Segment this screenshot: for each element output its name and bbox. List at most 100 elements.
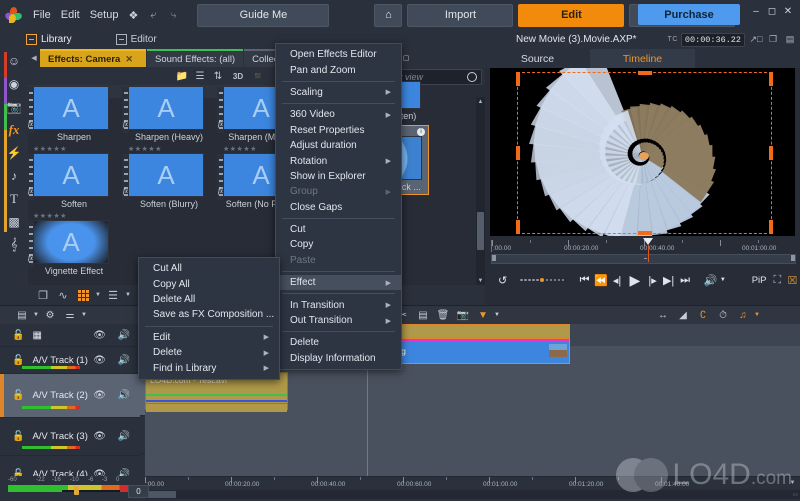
step-forward-icon[interactable]: |▸ — [645, 268, 661, 292]
ctx-delete[interactable]: Delete — [276, 335, 401, 350]
tab-scroll-left-icon[interactable]: ◀ — [28, 49, 40, 67]
ctx-360-video[interactable]: 360 Video ▶ — [276, 107, 401, 122]
help-icon[interactable]: ❖ — [125, 7, 141, 23]
ripple-icon[interactable]: ⏱ — [713, 306, 733, 324]
redo-icon[interactable]: ⤷ — [165, 7, 181, 23]
trim-end-handle[interactable] — [791, 255, 795, 261]
list-item[interactable]: ★★★★★ fx A Vignette Effect — [27, 212, 121, 276]
ctx-cut-all[interactable]: Cut All — [139, 261, 279, 276]
lock-icon[interactable]: 🔓 — [12, 431, 24, 442]
maximize-icon[interactable]: ◻ — [764, 3, 780, 19]
trim-start-handle[interactable] — [492, 255, 496, 261]
ctx-show-in-explorer[interactable]: Show in Explorer — [276, 169, 401, 184]
context-menu-fx[interactable]: Cut All Copy All Delete All Save as FX C… — [138, 257, 280, 380]
ctx-open-effects-editor[interactable]: Open Effects Editor — [276, 47, 401, 62]
list-item[interactable]: ★★★★★ fx A Soften — [27, 145, 121, 209]
ctx-delete-sub[interactable]: Delete ▶ — [139, 345, 279, 360]
zoom-level-icon[interactable]: ◢ — [673, 306, 693, 324]
library-scrollbar[interactable] — [476, 97, 485, 285]
mute-icon[interactable]: 🔊 — [118, 355, 130, 366]
visibility-icon[interactable]: 👁 — [93, 355, 106, 366]
ctx-close-gaps[interactable]: Close Gaps — [276, 200, 401, 215]
rail-item-music[interactable]: 𝄞 — [0, 233, 28, 256]
snap-dropdown-icon[interactable]: ▼ — [80, 306, 88, 324]
settings-icon[interactable]: ⚙ — [40, 306, 60, 324]
menu-setup[interactable]: Setup — [85, 0, 124, 30]
magnet-icon[interactable]: ∁ — [693, 306, 713, 324]
lock-icon[interactable]: 🔓 — [12, 330, 24, 341]
tab-timeline[interactable]: Timeline — [590, 49, 695, 68]
tab-library[interactable]: Library — [18, 30, 80, 49]
step-back-icon[interactable]: ◂| — [609, 268, 625, 292]
list-menu-dropdown-icon[interactable]: ▼ — [124, 286, 132, 304]
mode-edit-button[interactable]: Edit — [518, 3, 625, 27]
scroll-up-icon[interactable]: ▲ — [476, 97, 485, 106]
track-header-2[interactable]: 🔓 A/V Track (2) 👁 🔊 — [0, 374, 140, 418]
ctx-adjust-duration[interactable]: Adjust duration — [276, 138, 401, 153]
scrollbar-thumb[interactable] — [477, 212, 484, 250]
lock-icon[interactable]: 🔓 — [12, 390, 24, 401]
preview-playhead-handle[interactable] — [643, 238, 653, 245]
close-tab-icon[interactable]: ✕ — [125, 54, 133, 65]
voiceover-dropdown-icon[interactable]: ▼ — [753, 306, 761, 324]
master-volume-slider[interactable] — [62, 486, 120, 495]
mute-icon[interactable]: 🔊 — [118, 390, 130, 401]
visibility-icon[interactable]: 👁 — [93, 390, 106, 401]
close-icon[interactable]: ✕ — [780, 3, 796, 19]
marker-dropdown-icon[interactable]: ▼ — [493, 306, 501, 324]
selection-rectangle[interactable] — [516, 71, 773, 235]
master-volume-value[interactable]: 0 — [128, 485, 149, 498]
mute-icon[interactable]: 🔊 — [118, 330, 130, 341]
ctx-rotation[interactable]: Rotation ▶ — [276, 153, 401, 168]
marker-icon[interactable]: ▼ — [473, 306, 493, 324]
list-item[interactable]: fx A Sharpen (Heavy) — [122, 78, 216, 142]
ctx-in-transition[interactable]: In Transition ▶ — [276, 297, 401, 312]
track-header-1[interactable]: 🔓 A/V Track (1) 👁 🔊 — [0, 347, 140, 374]
snap-icon[interactable]: ⚌ — [60, 306, 80, 324]
mark-icon[interactable]: ▶| — [661, 268, 677, 292]
preview-scrubber[interactable]: :00.00 00:00:20.00 00:00:40.00 00:01:00.… — [485, 238, 800, 266]
lock-icon[interactable]: 🔓 — [12, 355, 24, 366]
library-tab-effects-camera[interactable]: Effects: Camera ✕ — [40, 49, 146, 67]
title-icon[interactable]: ▤ — [413, 306, 433, 324]
ctx-delete-all[interactable]: Delete All — [139, 292, 279, 307]
tab-editor[interactable]: Editor — [108, 30, 165, 49]
ctx-save-as-fx-composition[interactable]: Save as FX Composition ... — [139, 307, 279, 322]
preview-stage[interactable] — [490, 48, 795, 241]
import-icon[interactable]: ∿ — [54, 286, 72, 304]
track-header-master[interactable]: 🔓 ▦ 👁 🔊 — [0, 324, 140, 347]
preview-trim-bar[interactable] — [491, 254, 796, 264]
grid-view-dropdown-icon[interactable]: ▼ — [94, 286, 102, 304]
detach-preview-icon[interactable]: ↗□ — [749, 33, 763, 46]
ctx-reset-properties[interactable]: Reset Properties — [276, 123, 401, 138]
jog-dial[interactable] — [520, 278, 565, 282]
timeline-hscrollbar-thumb[interactable] — [148, 491, 176, 498]
track-header-3[interactable]: 🔓 A/V Track (3) 👁 🔊 — [0, 418, 140, 456]
minimize-icon[interactable]: – — [748, 3, 764, 19]
loop-icon[interactable]: ↺ — [491, 268, 514, 292]
list-menu-icon[interactable]: ☰ — [104, 286, 122, 304]
library-tab-sound-effects[interactable]: Sound Effects: (all) — [147, 49, 244, 67]
pip-button[interactable]: PiP — [748, 268, 769, 292]
jump-end-icon[interactable]: ⏭ — [677, 268, 694, 292]
ctx-out-transition[interactable]: Out Transition ▶ — [276, 313, 401, 328]
undo-icon[interactable]: ⤶ — [145, 7, 161, 23]
tab-source[interactable]: Source — [485, 49, 590, 68]
mute-icon[interactable]: 🔊 — [118, 431, 130, 442]
ctx-effect[interactable]: Effect ▶ — [276, 275, 401, 291]
volume-dropdown-icon[interactable]: ▼ — [719, 268, 726, 292]
ctx-cut[interactable]: Cut — [276, 222, 401, 237]
timecode-value[interactable]: 00:00:36.22 — [680, 32, 745, 47]
menu-edit[interactable]: Edit — [56, 0, 85, 30]
prev-frame-icon[interactable]: ⏪ — [593, 268, 609, 292]
voiceover-icon[interactable]: ♫ — [733, 306, 753, 324]
safezone-icon[interactable]: ☒ — [785, 268, 800, 292]
purchase-button[interactable]: Purchase — [638, 4, 740, 25]
ctx-scaling[interactable]: Scaling ▶ — [276, 85, 401, 100]
visibility-icon[interactable]: 👁 — [93, 330, 106, 341]
scroll-down-icon[interactable]: ▼ — [476, 276, 485, 285]
ctx-copy[interactable]: Copy — [276, 237, 401, 252]
info-icon[interactable]: i — [417, 128, 425, 136]
copy-icon[interactable]: ❐ — [34, 286, 52, 304]
list-item[interactable]: ★★★★★ fx A Soften (Blurry) — [122, 145, 216, 209]
